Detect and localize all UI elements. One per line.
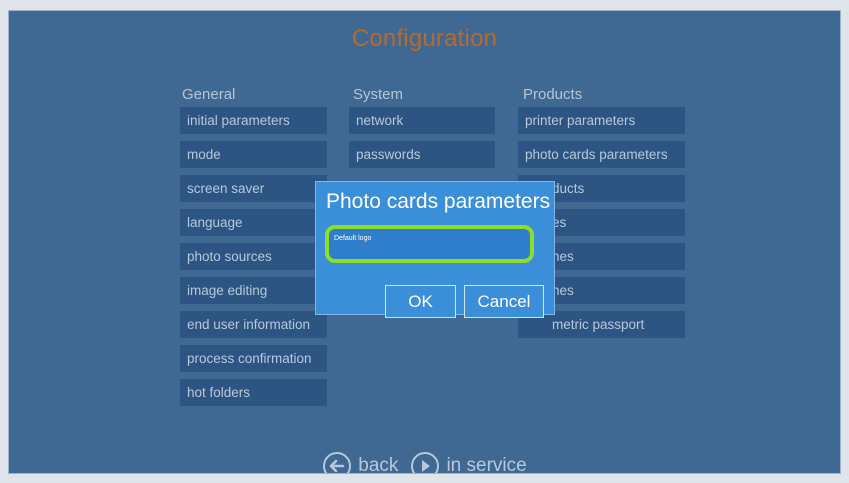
back-button[interactable]: back xyxy=(322,451,399,474)
printer-parameters-button[interactable]: printer parameters xyxy=(518,107,685,134)
mode-button[interactable]: mode xyxy=(180,141,327,168)
passwords-button[interactable]: passwords xyxy=(349,141,495,168)
language-button[interactable]: language xyxy=(180,209,327,236)
network-button[interactable]: network xyxy=(349,107,495,134)
process-confirmation-button[interactable]: process confirmation xyxy=(180,345,327,372)
back-label: back xyxy=(358,455,399,474)
default-logo-label: Default logo xyxy=(334,235,372,242)
image-editing-button[interactable]: image editing xyxy=(180,277,327,304)
hot-folders-button[interactable]: hot folders xyxy=(180,379,327,406)
photo-sources-button[interactable]: photo sources xyxy=(180,243,327,270)
page-title: Configuration xyxy=(351,25,498,52)
in-service-button[interactable]: in service xyxy=(410,451,527,474)
initial-parameters-button[interactable]: initial parameters xyxy=(180,107,327,134)
in-service-label: in service xyxy=(446,455,527,474)
bottom-navigation: back in service xyxy=(9,449,840,474)
arrow-left-circle-icon xyxy=(323,452,352,473)
default-logo-field[interactable]: Default logo xyxy=(325,225,534,263)
photo-cards-parameters-button[interactable]: photo cards parameters xyxy=(518,141,685,168)
play-circle-icon xyxy=(411,452,440,473)
products-heading: Products xyxy=(523,86,583,103)
cancel-button[interactable]: Cancel xyxy=(464,285,544,318)
ok-button[interactable]: OK xyxy=(385,285,456,318)
general-heading: General xyxy=(182,86,236,103)
screen-saver-button[interactable]: screen saver xyxy=(180,175,327,202)
configuration-screen: Configuration General initial parameters… xyxy=(8,10,841,474)
system-heading: System xyxy=(353,86,404,103)
end-user-information-button[interactable]: end user information xyxy=(180,311,327,338)
photo-cards-parameters-dialog: Photo cards parameters Default logo OK C… xyxy=(315,181,555,318)
dialog-title: Photo cards parameters xyxy=(326,190,551,213)
